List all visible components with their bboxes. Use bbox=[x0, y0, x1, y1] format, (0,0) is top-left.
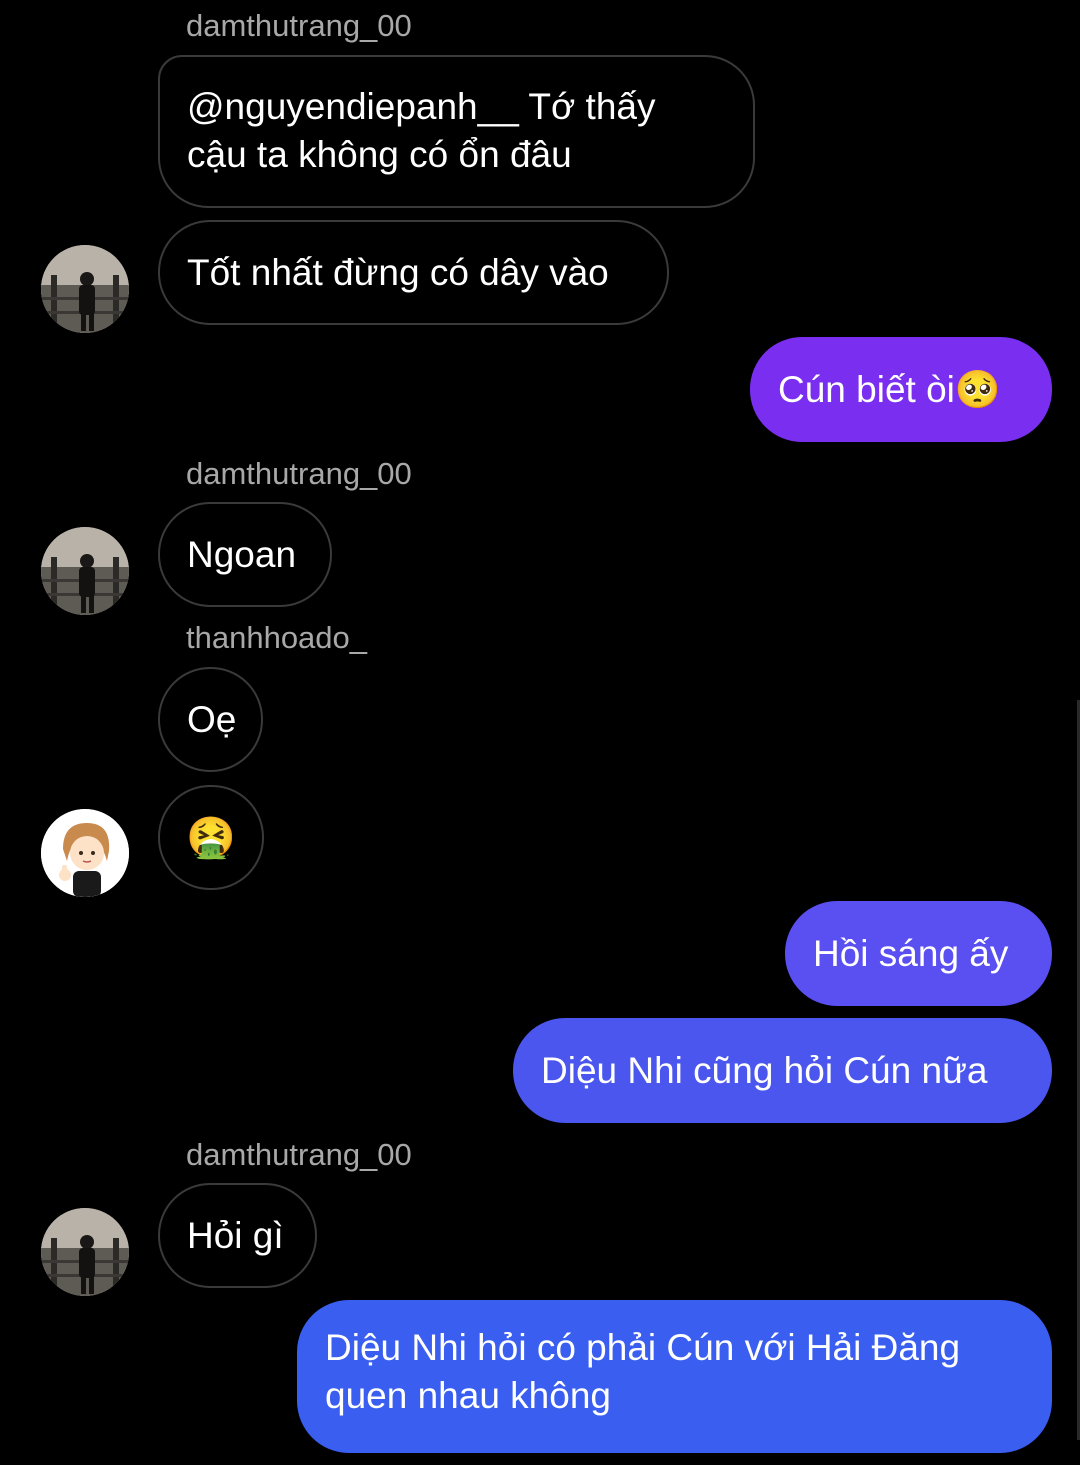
avatar-photo-icon bbox=[41, 1208, 129, 1296]
message-bubble-sent[interactable]: Hồi sáng ấy bbox=[785, 901, 1052, 1006]
message-text-line: Diệu Nhi hỏi có phải Cún với Hải Đăng bbox=[325, 1327, 961, 1368]
message-bubble-received[interactable]: @nguyendiepanh__ Tớ thấy cậu ta không có… bbox=[158, 55, 755, 208]
message-bubble-received[interactable]: Tốt nhất đừng có dây vào bbox=[158, 220, 669, 325]
message-bubble-received[interactable]: Ngoan bbox=[158, 502, 332, 607]
sender-name: damthutrang_00 bbox=[186, 1137, 412, 1172]
message-text-line: quen nhau không bbox=[325, 1375, 611, 1416]
avatar-photo-icon bbox=[41, 245, 129, 333]
message-bubble-sent[interactable]: Diệu Nhi hỏi có phải Cún với Hải Đăng qu… bbox=[297, 1300, 1052, 1453]
message-bubble-received[interactable]: Oẹ bbox=[158, 667, 263, 772]
avatar[interactable] bbox=[41, 245, 129, 333]
message-text: Ngoan bbox=[187, 533, 297, 575]
avatar-photo-icon bbox=[41, 527, 129, 615]
sender-name: damthutrang_00 bbox=[186, 8, 412, 43]
message-bubble-received[interactable]: 🤮 bbox=[158, 785, 264, 890]
message-text: Diệu Nhi cũng hỏi Cún nữa bbox=[541, 1049, 988, 1091]
avatar[interactable] bbox=[41, 1208, 129, 1296]
message-text: Cún biết òi bbox=[778, 368, 955, 410]
message-text: Oẹ bbox=[187, 698, 237, 740]
vomiting-face-icon: 🤮 bbox=[186, 815, 236, 860]
message-bubble-received[interactable]: Hỏi gì bbox=[158, 1183, 317, 1288]
sender-name: damthutrang_00 bbox=[186, 456, 412, 491]
message-text-line: @nguyendiepanh__ Tớ thấy bbox=[187, 86, 656, 127]
message-bubble-sent[interactable]: Diệu Nhi cũng hỏi Cún nữa bbox=[513, 1018, 1052, 1123]
avatar[interactable] bbox=[41, 527, 129, 615]
message-bubble-sent[interactable]: Cún biết òi 🥺 bbox=[750, 337, 1052, 442]
avatar[interactable] bbox=[41, 809, 129, 897]
message-text: Tốt nhất đừng có dây vào bbox=[187, 251, 609, 293]
message-text: Hồi sáng ấy bbox=[813, 932, 1009, 974]
message-text-line: cậu ta không có ổn đâu bbox=[187, 134, 572, 175]
sender-name: thanhhoado_ bbox=[186, 620, 368, 655]
pleading-face-icon: 🥺 bbox=[954, 368, 1001, 410]
message-text: Hỏi gì bbox=[187, 1214, 284, 1256]
cartoon-avatar-icon bbox=[41, 809, 129, 897]
